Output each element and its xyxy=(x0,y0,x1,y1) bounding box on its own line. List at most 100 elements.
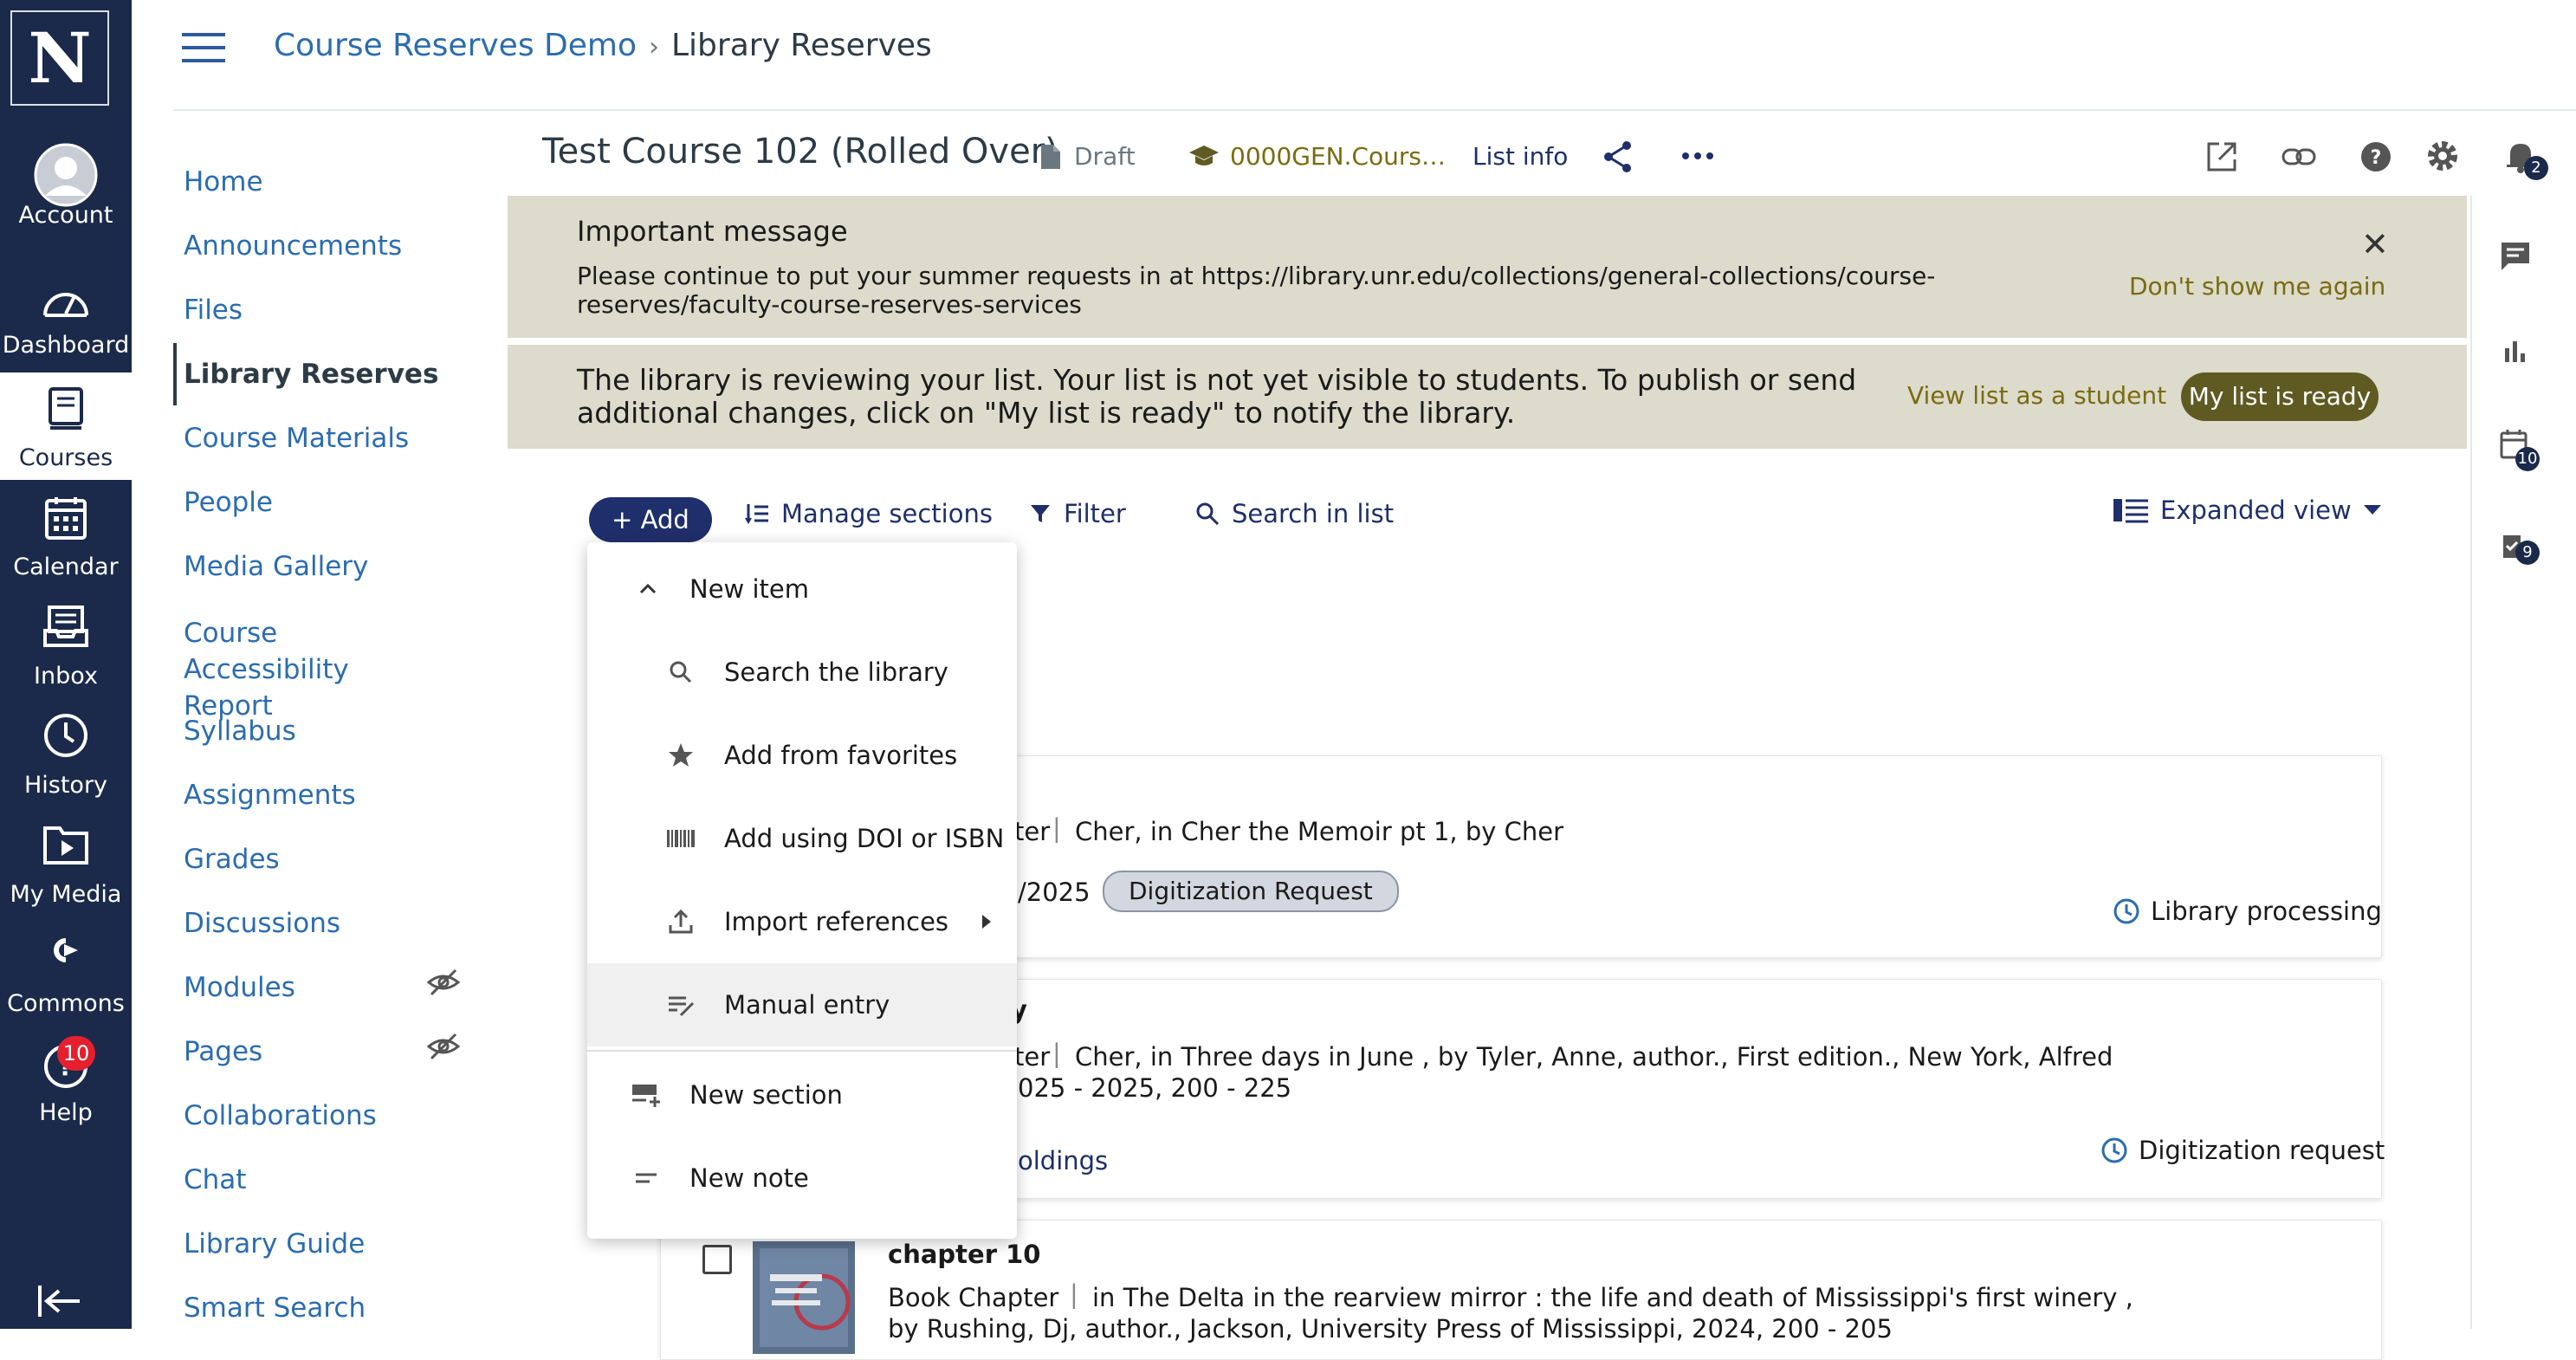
calendar-icon xyxy=(45,497,87,540)
menu-new-section[interactable]: New section xyxy=(587,1053,1017,1137)
global-nav-label: Dashboard xyxy=(2,332,130,359)
list-info-button[interactable]: List info xyxy=(1472,142,1568,171)
filter-button[interactable]: Filter xyxy=(1029,499,1126,528)
item-separator: | xyxy=(1052,813,1061,843)
global-nav-dashboard[interactable]: Dashboard xyxy=(0,260,132,367)
star-icon xyxy=(669,743,693,767)
global-nav-label: History xyxy=(23,772,108,799)
menu-search-library[interactable]: Search the library xyxy=(587,631,1017,714)
collapse-nav-icon[interactable] xyxy=(36,1284,81,1318)
view-as-student-link[interactable]: View list as a student xyxy=(1907,381,2166,410)
share-icon[interactable] xyxy=(1602,140,1634,173)
global-nav-inbox[interactable]: Inbox xyxy=(0,591,132,698)
course-code[interactable]: 0000GEN.Cours… xyxy=(1188,142,1446,171)
my-list-is-ready-button[interactable]: My list is ready xyxy=(2181,372,2379,421)
global-nav-help[interactable]: ? 10 Help xyxy=(0,1027,132,1135)
course-nav-home[interactable]: Home xyxy=(184,166,263,198)
item-citation: in The Delta in the rearview mirror : th… xyxy=(1092,1283,2133,1312)
manage-sections-button[interactable]: Manage sections xyxy=(745,499,993,528)
dont-show-again-link[interactable]: Don't show me again xyxy=(2129,272,2385,301)
review-status-banner: The library is reviewing your list. Your… xyxy=(508,345,2467,449)
add-button[interactable]: + Add xyxy=(589,497,712,542)
list-title: Test Course 102 (Rolled Over) xyxy=(542,132,1058,172)
course-nav-files[interactable]: Files xyxy=(184,295,243,326)
draft-status: Draft xyxy=(1039,142,1136,171)
breadcrumb-course-link[interactable]: Course Reserves Demo xyxy=(274,28,637,63)
help-circle-icon[interactable]: ? xyxy=(2359,140,2392,173)
university-logo[interactable]: N xyxy=(10,10,109,106)
course-nav-grades[interactable]: Grades xyxy=(184,844,280,875)
global-nav-my-media[interactable]: My Media xyxy=(0,809,132,916)
filter-funnel-icon xyxy=(1031,505,1050,522)
view-mode-dropdown[interactable]: Expanded view xyxy=(2113,495,2381,525)
course-nav-assignments[interactable]: Assignments xyxy=(184,780,356,811)
global-nav-history[interactable]: History xyxy=(0,700,132,807)
digitization-request-tag[interactable]: Digitization Request xyxy=(1103,871,1399,912)
global-navigation: N Account Dashboard Courses Calendar Inb… xyxy=(0,0,132,1329)
course-nav-library-reserves[interactable]: Library Reserves xyxy=(184,359,438,390)
search-in-list-label: Search in list xyxy=(1232,499,1395,528)
list-info-label: List info xyxy=(1472,142,1569,171)
item-checkbox[interactable] xyxy=(702,1245,732,1274)
breadcrumb-current: Library Reserves xyxy=(671,28,932,63)
account-icon xyxy=(34,143,98,207)
menu-add-from-favorites[interactable]: Add from favorites xyxy=(587,714,1017,797)
item-title[interactable]: chapter 10 xyxy=(888,1240,1040,1269)
commons-icon xyxy=(54,938,78,962)
course-nav-announcements[interactable]: Announcements xyxy=(184,230,402,262)
hidden-eye-icon xyxy=(426,968,461,996)
upload-icon xyxy=(669,909,693,934)
filter-label: Filter xyxy=(1064,499,1126,528)
right-rail-divider xyxy=(2470,196,2472,1329)
settings-gear-icon[interactable] xyxy=(2425,139,2460,173)
close-icon[interactable]: ✕ xyxy=(2361,225,2389,263)
document-icon xyxy=(1041,144,1060,169)
course-nav-chat[interactable]: Chat xyxy=(184,1164,246,1195)
menu-label: New item xyxy=(689,574,809,604)
item-pages-fragment: 025 - 2025, 200 - 225 xyxy=(1018,1073,1292,1103)
course-nav-library-guide[interactable]: Library Guide xyxy=(184,1228,365,1260)
course-nav-course-materials[interactable]: Course Materials xyxy=(184,423,409,454)
menu-new-item[interactable]: New item xyxy=(587,547,1017,631)
course-nav-accessibility-report[interactable]: Course Accessibility Report xyxy=(184,615,443,724)
course-nav-media-gallery[interactable]: Media Gallery xyxy=(184,551,368,582)
analytics-chart-icon[interactable] xyxy=(2495,331,2536,372)
help-badge: 10 xyxy=(57,1036,95,1071)
holdings-link[interactable]: oldings xyxy=(1018,1146,1108,1175)
comments-icon[interactable] xyxy=(2495,236,2536,277)
item-status-label: Digitization request xyxy=(2139,1136,2385,1165)
menu-manual-entry[interactable]: Manual entry xyxy=(587,963,1017,1046)
link-icon[interactable] xyxy=(2282,146,2316,168)
course-nav-pages[interactable]: Pages xyxy=(184,1036,262,1067)
course-nav-collaborations[interactable]: Collaborations xyxy=(184,1100,377,1131)
menu-new-note[interactable]: New note xyxy=(587,1137,1017,1220)
item-type: Book Chapter xyxy=(888,1283,1059,1312)
course-nav-smart-search[interactable]: Smart Search xyxy=(184,1292,366,1324)
global-nav-courses[interactable]: Courses xyxy=(0,372,132,480)
global-nav-account[interactable]: Account xyxy=(0,130,132,237)
barcode-icon xyxy=(667,830,695,847)
course-nav-syllabus[interactable]: Syllabus xyxy=(184,716,296,747)
item-type-fragment: ter xyxy=(1014,817,1051,846)
global-nav-label: Help xyxy=(39,1099,93,1126)
more-options-icon[interactable] xyxy=(1680,151,1715,161)
global-nav-calendar[interactable]: Calendar xyxy=(0,482,132,589)
open-new-window-icon[interactable] xyxy=(2205,140,2238,173)
global-nav-label: Inbox xyxy=(34,663,98,690)
item-citation: Cher, in Cher the Memoir pt 1, by Cher xyxy=(1075,817,1564,846)
menu-import-references[interactable]: Import references xyxy=(587,880,1017,963)
menu-add-doi-isbn[interactable]: Add using DOI or ISBN xyxy=(587,797,1017,880)
course-nav-modules[interactable]: Modules xyxy=(184,972,295,1003)
course-nav-people[interactable]: People xyxy=(184,487,273,518)
global-nav-commons[interactable]: Commons xyxy=(0,918,132,1026)
list-item[interactable]: chapter 10 Book Chapter | in The Delta i… xyxy=(660,1220,2382,1360)
manage-sections-label: Manage sections xyxy=(781,499,993,528)
my-media-icon xyxy=(43,826,88,865)
edit-notes-icon xyxy=(669,996,695,1017)
search-in-list-button[interactable]: Search in list xyxy=(1195,499,1394,528)
active-indicator xyxy=(173,343,177,405)
search-icon xyxy=(670,661,692,683)
course-menu-toggle[interactable] xyxy=(182,33,225,64)
courses-icon xyxy=(49,387,83,430)
course-nav-discussions[interactable]: Discussions xyxy=(184,908,340,939)
